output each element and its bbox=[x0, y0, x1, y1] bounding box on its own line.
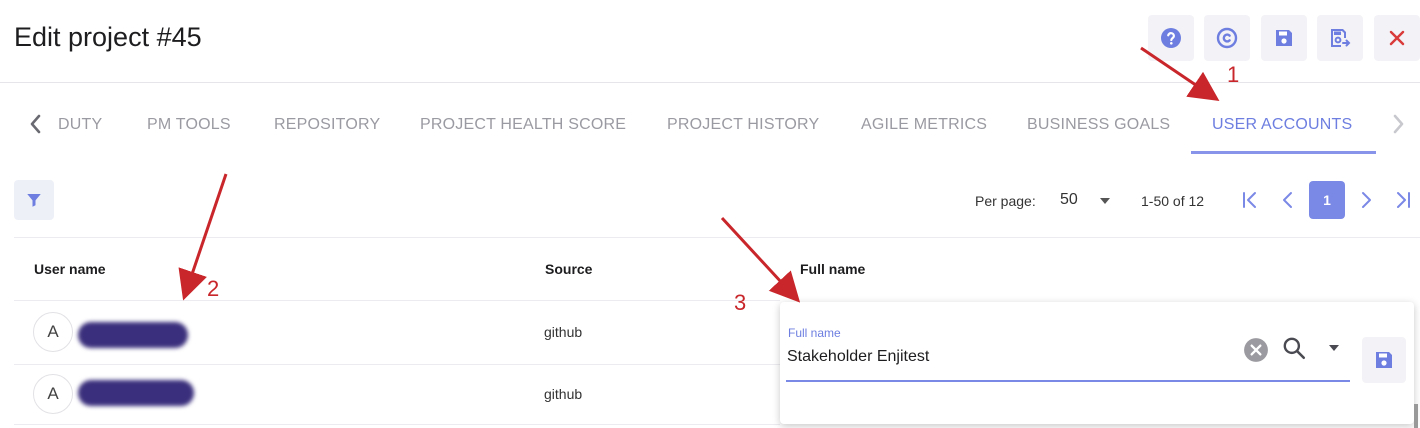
tab-agile-metrics[interactable]: AGILE METRICS bbox=[861, 116, 987, 134]
tab-project-history[interactable]: PROJECT HISTORY bbox=[667, 116, 819, 134]
table-top-border bbox=[14, 237, 1420, 238]
reset-button[interactable] bbox=[1204, 15, 1250, 61]
full-name-field-underline bbox=[786, 380, 1350, 382]
close-button[interactable] bbox=[1374, 15, 1420, 61]
caret-down-icon[interactable] bbox=[1098, 196, 1112, 206]
save-exit-icon bbox=[1331, 29, 1351, 47]
full-name-field-label: Full name bbox=[788, 326, 841, 340]
full-name-editor-popup: Full name Stakeholder Enjitest bbox=[780, 302, 1414, 424]
save-full-name-button[interactable] bbox=[1362, 337, 1406, 383]
column-header-source[interactable]: Source bbox=[545, 261, 592, 277]
scrollbar-thumb[interactable] bbox=[1414, 404, 1418, 428]
save-and-exit-button[interactable] bbox=[1317, 15, 1363, 61]
help-button[interactable] bbox=[1148, 15, 1194, 61]
prev-page-icon[interactable] bbox=[1277, 188, 1299, 212]
redacted-user-name bbox=[78, 322, 188, 348]
filter-button[interactable] bbox=[14, 180, 54, 220]
annotation-label-1: 1 bbox=[1227, 62, 1240, 87]
save-icon bbox=[1276, 30, 1292, 46]
page-title: Edit project #45 bbox=[14, 22, 202, 52]
row-divider bbox=[14, 424, 780, 425]
column-header-full-name[interactable]: Full name bbox=[800, 261, 865, 277]
full-name-field[interactable]: Stakeholder Enjitest bbox=[787, 348, 929, 366]
tab-pm-tools[interactable]: PM TOOLS bbox=[147, 116, 231, 134]
tab-project-health-score[interactable]: PROJECT HEALTH SCORE bbox=[420, 116, 626, 134]
source-cell: github bbox=[544, 386, 583, 402]
redacted-user-name bbox=[78, 380, 194, 406]
page-range-text: 1-50 of 12 bbox=[1141, 193, 1205, 209]
tab-user-accounts[interactable]: USER ACCOUNTS bbox=[1212, 116, 1352, 134]
tab-business-goals[interactable]: BUSINESS GOALS bbox=[1027, 116, 1170, 134]
save-icon bbox=[1376, 352, 1392, 368]
chevron-right-icon[interactable] bbox=[1388, 112, 1408, 136]
dropdown-caret-icon[interactable] bbox=[1326, 340, 1342, 356]
page-header: Edit project #45 bbox=[0, 0, 1420, 83]
avatar: A bbox=[33, 312, 73, 352]
first-page-icon[interactable] bbox=[1239, 188, 1261, 212]
search-icon[interactable] bbox=[1280, 334, 1308, 362]
chevron-left-icon[interactable] bbox=[26, 112, 46, 136]
active-tab-indicator bbox=[1191, 151, 1376, 154]
tab-repository[interactable]: REPOSITORY bbox=[274, 116, 380, 134]
save-button[interactable] bbox=[1261, 15, 1307, 61]
annotation-arrow-3 bbox=[720, 216, 801, 303]
last-page-icon[interactable] bbox=[1392, 188, 1414, 212]
filter-icon bbox=[27, 194, 41, 207]
annotation-label-3: 3 bbox=[734, 290, 747, 315]
avatar: A bbox=[33, 374, 73, 414]
help-icon bbox=[1161, 28, 1181, 48]
per-page-select[interactable]: 50 bbox=[1060, 191, 1078, 209]
current-page-button[interactable]: 1 bbox=[1309, 181, 1345, 219]
row-divider bbox=[14, 364, 780, 365]
per-page-label: Per page: bbox=[975, 193, 1036, 209]
column-header-user-name[interactable]: User name bbox=[34, 261, 106, 277]
close-icon bbox=[1389, 30, 1405, 46]
annotation-label-2: 2 bbox=[207, 276, 220, 301]
clear-icon[interactable] bbox=[1242, 336, 1270, 364]
source-cell: github bbox=[544, 324, 583, 340]
next-page-icon[interactable] bbox=[1355, 188, 1377, 212]
header-divider bbox=[14, 300, 780, 301]
tab-duty[interactable]: DUTY bbox=[58, 116, 102, 134]
annotation-arrow-2 bbox=[178, 173, 228, 301]
copyright-icon bbox=[1216, 27, 1238, 49]
